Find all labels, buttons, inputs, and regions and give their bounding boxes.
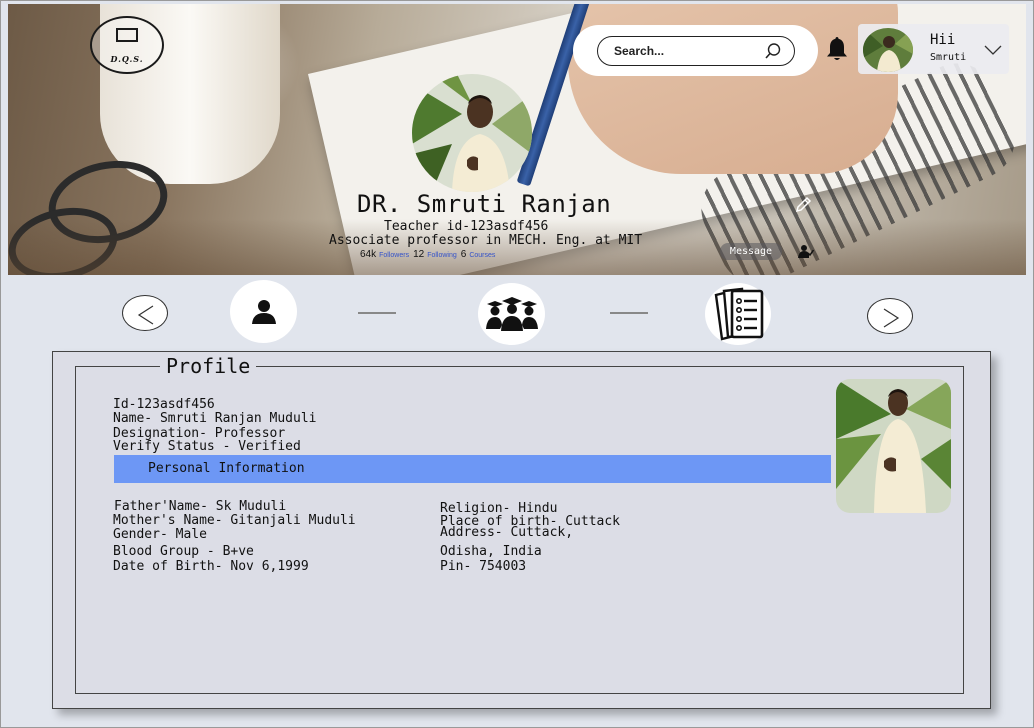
date-of-birth: Date of Birth- Nov 6,1999 (113, 559, 309, 574)
chevron-right-icon (883, 308, 900, 328)
search-box (597, 36, 795, 66)
step-connector (358, 312, 396, 314)
father-name: Father'Name- Sk Muduli (114, 499, 287, 514)
courses-link[interactable]: Courses (469, 252, 495, 259)
next-button[interactable] (867, 298, 913, 334)
avatar (863, 28, 913, 72)
blood-group: Blood Group - B+ve (113, 544, 254, 559)
computer-icon (116, 28, 138, 42)
students-icon (485, 297, 538, 331)
edit-pencil-icon[interactable] (794, 196, 812, 214)
profile-photo[interactable] (412, 74, 532, 192)
followers-link[interactable]: Followers (379, 252, 409, 259)
address: Address- Cuttack, (440, 525, 574, 540)
pin-code: Pin- 754003 (440, 559, 527, 574)
address-line2: Odisha, India (440, 544, 542, 559)
chevron-down-icon[interactable] (984, 44, 1002, 56)
step-documents[interactable] (705, 283, 771, 345)
profile-name: Name- Smruti Ranjan Muduli (113, 411, 317, 426)
teacher-id: Teacher id-123asdf456 (384, 219, 549, 234)
profile-card-photo (836, 379, 951, 513)
following-link[interactable]: Following (427, 252, 457, 259)
site-logo[interactable]: D.Q.S. (90, 16, 164, 74)
profile-verify-status: Verify Status - Verified (113, 439, 301, 454)
user-icon (251, 299, 276, 324)
step-students[interactable] (478, 283, 545, 345)
search-input[interactable] (614, 44, 754, 58)
search-icon[interactable] (764, 42, 782, 60)
step-connector (610, 312, 648, 314)
profile-stats: 64k Followers 12 Following 6 Courses (360, 249, 496, 260)
step-profile[interactable] (230, 280, 297, 343)
gender: Gender- Male (113, 527, 207, 542)
add-user-icon[interactable] (798, 244, 814, 258)
teacher-name: DR. Smruti Ranjan (357, 190, 612, 218)
documents-icon (714, 287, 764, 341)
search-bar (573, 25, 818, 76)
personal-info-header[interactable]: Personal Information (114, 455, 831, 483)
teacher-role: Associate professor in MECH. Eng. at MIT (329, 233, 643, 248)
message-button[interactable]: Message (720, 243, 782, 260)
profile-id: Id-123asdf456 (113, 397, 215, 412)
prev-button[interactable] (122, 295, 168, 331)
chevron-left-icon (137, 305, 154, 325)
notification-bell-icon[interactable] (826, 36, 848, 62)
user-menu[interactable]: Hii Smruti (858, 24, 1009, 74)
mother-name: Mother's Name- Gitanjali Muduli (113, 513, 356, 528)
profile-heading: Profile (160, 354, 257, 378)
